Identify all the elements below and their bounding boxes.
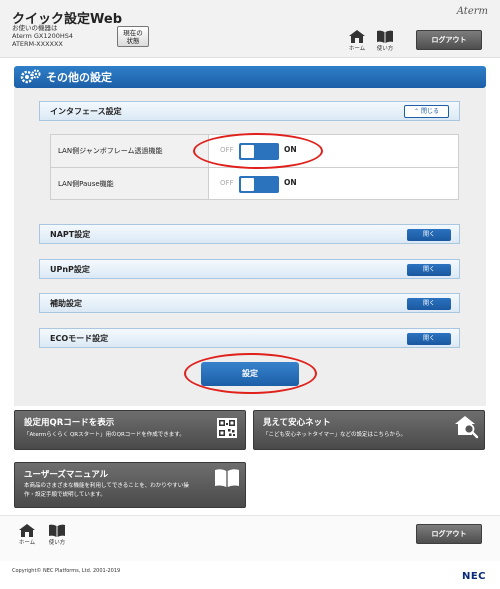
highlight-ellipse [184,353,317,394]
card-title: ユーザーズマニュアル [24,470,109,480]
expand-button[interactable]: 開く [407,333,451,345]
manual-label: 使い方 [376,46,394,52]
panel-title: 補助設定 [50,299,82,308]
interface-settings-panel-header: インタフェース設定 ⌃ 閉じる [39,101,460,121]
footer-nav: ホーム 使い方 ログアウト [0,515,500,561]
card-description: 「Atermらくらく QRスタート」用のQRコードを作成できます。 [24,432,185,438]
section-title: その他の設定 [46,71,112,84]
device-info-line: お使いの機器は [12,24,58,32]
nec-logo: NEC [461,571,486,582]
status-label-1: 現在の [123,29,143,37]
aterm-logo: Aterm [456,6,488,17]
status-label-2: 状態 [126,37,140,45]
footer-logout-button[interactable]: ログアウト [416,524,482,544]
device-name: ATERM-XXXXXX [12,40,63,48]
manual-button[interactable]: 使い方 [374,30,396,54]
device-info: お使いの機器は Aterm GX1200HS4 ATERM-XXXXXX [12,24,73,48]
card-description-line: 作・設定手順で説明しています。 [24,492,106,498]
collapse-label: 閉じる [420,108,439,115]
expand-label: 開く [422,300,435,307]
upnp-settings-panel-header[interactable]: UPnP設定 開く [39,259,460,279]
eco-mode-settings-panel-header[interactable]: ECOモード設定 開く [39,328,460,348]
pause-toggle[interactable] [239,176,279,193]
home-icon [19,524,35,537]
off-label: OFF [220,179,234,187]
expand-label: 開く [422,266,435,273]
expand-button[interactable]: 開く [407,264,451,276]
row-label-cell: LAN側Pause機能 [51,168,209,199]
panel-title: UPnP設定 [50,265,90,274]
collapse-button[interactable]: ⌃ 閉じる [404,105,449,118]
napt-settings-panel-header[interactable]: NAPT設定 開く [39,224,460,244]
home-label: ホーム [348,46,366,52]
copyright: Copyright© NEC Platforms, Ltd. 2001-2019 [12,568,121,574]
expand-label: 開く [422,231,435,238]
highlight-ellipse [193,133,323,169]
chevron-up-icon: ⌃ [414,108,421,115]
panel-title: NAPT設定 [50,230,91,239]
expand-button[interactable]: 開く [407,298,451,310]
toggle-knob [241,178,254,191]
current-status-button[interactable]: 現在の 状態 [117,26,149,47]
header: クイック設定Web お使いの機器は Aterm GX1200HS4 ATERM-… [0,0,500,58]
auxiliary-settings-panel-header[interactable]: 補助設定 開く [39,293,460,313]
row-label: LAN側ジャンボフレーム透過機能 [58,147,163,155]
card-description: 本商品のさまざまな機能を利用してできることを、わかりやすい操 作・設定手順で説明… [24,482,189,500]
row-label-cell: LAN側ジャンボフレーム透過機能 [51,135,209,167]
footer-home-button[interactable]: ホーム [16,524,38,548]
book-icon [49,524,65,537]
settings-row-pause: LAN側Pause機能 OFF ON [51,167,458,199]
expand-label: 開く [422,335,435,342]
panel-title: ECOモード設定 [50,334,109,343]
device-model: Aterm GX1200HS4 [12,32,74,40]
home-icon [349,30,365,43]
gear-icon [20,69,41,84]
section-banner: その他の設定 [14,66,486,88]
footer-manual-button[interactable]: 使い方 [46,524,68,548]
book-icon [215,469,239,487]
logout-button[interactable]: ログアウト [416,30,482,50]
safety-net-card[interactable]: 見えて安心ネット 「こども安心ネットタイマー」などの設定はこちらから。 [253,410,485,450]
panel-title: インタフェース設定 [50,107,122,116]
expand-button[interactable]: 開く [407,229,451,241]
manual-label: 使い方 [48,540,66,546]
home-search-icon [455,416,479,439]
on-label: ON [284,178,297,187]
card-title: 見えて安心ネット [263,418,331,428]
home-button[interactable]: ホーム [346,30,368,54]
home-label: ホーム [18,540,36,546]
qr-code-card[interactable]: 設定用QRコードを表示 「Atermらくらく QRスタート」用のQRコードを作成… [14,410,246,450]
card-description: 「こども安心ネットタイマー」などの設定はこちらから。 [263,432,407,438]
users-manual-card[interactable]: ユーザーズマニュアル 本商品のさまざまな機能を利用してできることを、わかりやすい… [14,462,246,508]
qr-code-icon [217,418,237,438]
row-label: LAN側Pause機能 [58,180,114,188]
card-description-line: 本商品のさまざまな機能を利用してできることを、わかりやすい操 [24,483,189,489]
book-icon [377,30,393,43]
card-title: 設定用QRコードを表示 [24,418,115,428]
